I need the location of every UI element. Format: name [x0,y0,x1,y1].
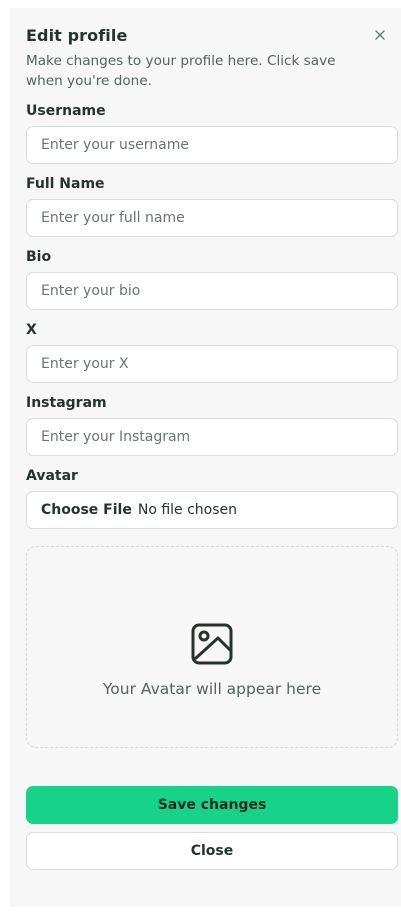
bio-label: Bio [26,249,52,265]
file-status: No file chosen [137,502,238,518]
dialog-description: Make changes to your profile here. Click… [26,53,336,89]
x-input[interactable] [26,345,398,383]
avatar-preview-text: Your Avatar will appear here [102,680,322,698]
x-label: X [26,322,37,338]
edit-profile-dialog: Edit profile Make changes to your profil… [10,8,401,907]
dialog-title: Edit profile [26,26,128,45]
close-icon[interactable] [373,27,387,41]
instagram-input[interactable] [26,418,398,456]
avatar-file-input[interactable]: Choose File No file chosen [26,491,398,529]
username-input[interactable] [26,126,398,164]
bio-input[interactable] [26,272,398,310]
instagram-label: Instagram [26,395,107,411]
full-name-input[interactable] [26,199,398,237]
image-icon [190,622,234,666]
choose-file-button[interactable]: Choose File [41,502,132,518]
avatar-preview: Your Avatar will appear here [26,546,398,748]
save-changes-button[interactable]: Save changes [26,786,398,824]
full-name-label: Full Name [26,176,105,192]
close-button[interactable]: Close [26,832,398,870]
avatar-label: Avatar [26,468,78,484]
username-label: Username [26,103,106,119]
